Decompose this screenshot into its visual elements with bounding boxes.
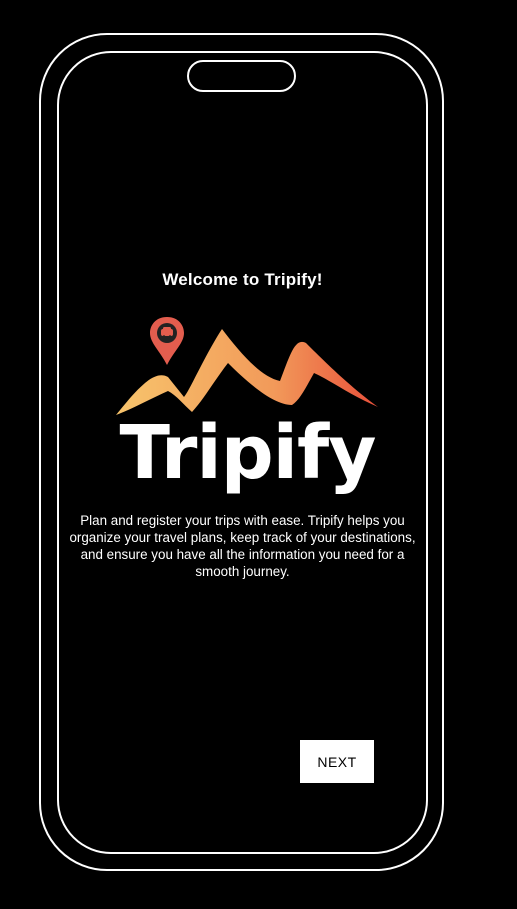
welcome-title: Welcome to Tripify! bbox=[162, 270, 323, 289]
car-location-pin-icon bbox=[150, 317, 184, 365]
phone-notch bbox=[187, 60, 296, 92]
next-button[interactable]: NEXT bbox=[300, 740, 374, 783]
intro-description: Plan and register your trips with ease. … bbox=[69, 513, 416, 579]
tripify-logo-text: Tripify bbox=[119, 410, 377, 496]
